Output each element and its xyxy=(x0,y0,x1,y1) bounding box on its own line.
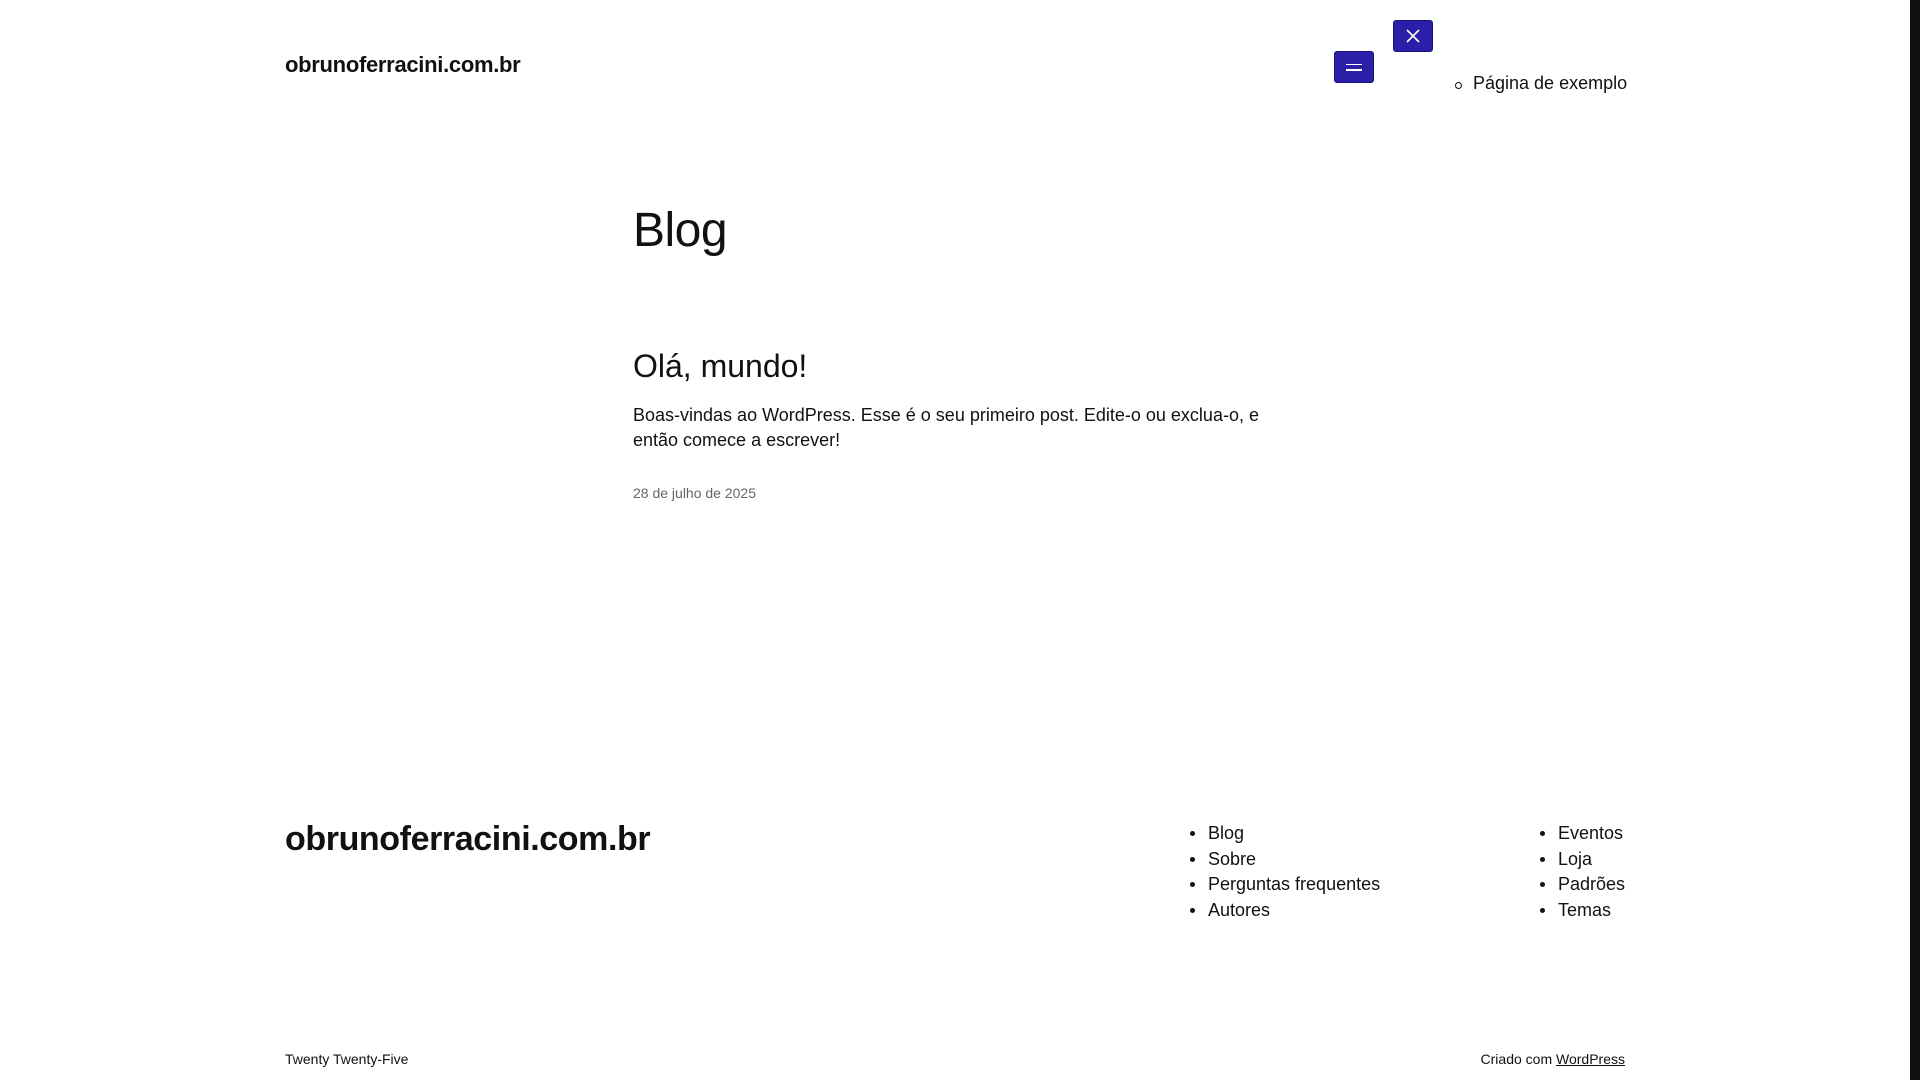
footer-nav-item-blog[interactable]: Blog xyxy=(1190,821,1380,847)
made-with-prefix: Criado com xyxy=(1480,1051,1553,1067)
footer-navigation-1: Blog Sobre Perguntas frequentes Autores xyxy=(1190,821,1380,923)
header-site-title[interactable]: obrunoferracini.com.br xyxy=(285,52,521,78)
footer-nav-item-perguntas-frequentes[interactable]: Perguntas frequentes xyxy=(1190,872,1380,898)
footer-nav-item-eventos[interactable]: Eventos xyxy=(1540,821,1625,847)
post-title-link[interactable]: Olá, mundo! xyxy=(633,348,807,385)
footer-nav-item-sobre[interactable]: Sobre xyxy=(1190,847,1380,873)
made-with-credit: Criado com WordPress xyxy=(1481,1051,1625,1067)
footer-nav-item-temas[interactable]: Temas xyxy=(1540,898,1625,924)
post-excerpt: Boas-vindas ao WordPress. Esse é o seu p… xyxy=(633,405,1259,450)
header-navigation: Página de exemplo xyxy=(1455,73,1627,94)
wordpress-link[interactable]: WordPress xyxy=(1556,1051,1625,1067)
footer-nav-item-loja[interactable]: Loja xyxy=(1540,847,1625,873)
page-title: Blog xyxy=(633,204,728,257)
footer-site-title[interactable]: obrunoferracini.com.br xyxy=(285,820,651,859)
post-date[interactable]: 28 de julho de 2025 xyxy=(633,485,756,501)
header-nav-item[interactable]: Página de exemplo xyxy=(1455,73,1627,94)
theme-credit: Twenty Twenty-Five xyxy=(285,1051,409,1067)
scrollbar[interactable] xyxy=(1910,0,1920,1080)
footer-nav-item-autores[interactable]: Autores xyxy=(1190,898,1380,924)
open-menu-button[interactable] xyxy=(1334,51,1374,83)
header-nav-item-label: Página de exemplo xyxy=(1473,73,1628,93)
close-icon xyxy=(1406,29,1420,43)
page: obrunoferracini.com.br Página de exemplo… xyxy=(0,0,1910,1080)
footer-navigation-2: Eventos Loja Padrões Temas xyxy=(1540,821,1625,923)
footer-nav-item-padroes[interactable]: Padrões xyxy=(1540,872,1625,898)
close-menu-button[interactable] xyxy=(1393,20,1433,52)
hamburger-menu-icon xyxy=(1346,62,1362,73)
